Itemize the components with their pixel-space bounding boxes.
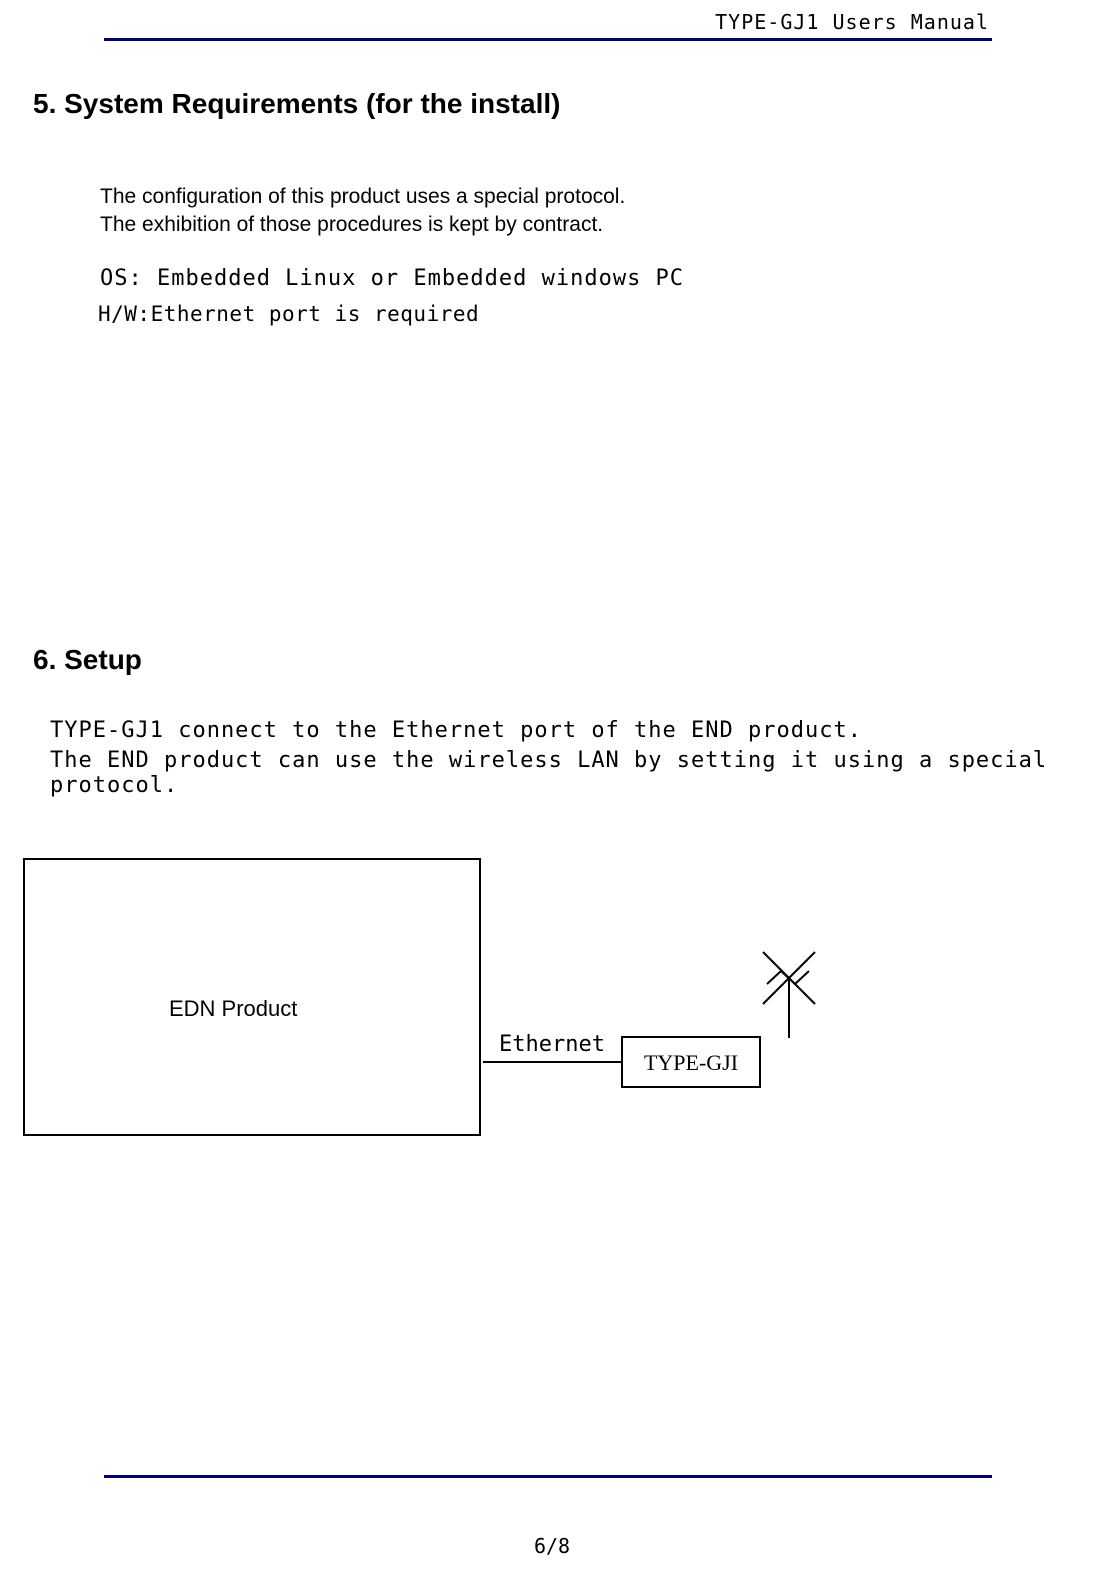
section-5-heading: 5. System Requirements (for the install) (33, 88, 560, 120)
doc-title: TYPE-GJ1 Users Manual (715, 10, 989, 34)
section-6-heading: 6. Setup (33, 644, 142, 676)
section-5-line1: The configuration of this product uses a… (100, 185, 625, 208)
antenna-icon (739, 928, 839, 1038)
top-rule (104, 38, 992, 41)
setup-diagram: EDN Product Ethernet TYPE-GJI (23, 858, 823, 1208)
page-number: 6/8 (0, 1534, 1104, 1558)
type-gji-box: TYPE-GJI (621, 1036, 761, 1088)
os-requirement: OS: Embedded Linux or Embedded windows P… (100, 266, 684, 291)
ethernet-connector-line (483, 1061, 621, 1063)
bottom-rule (104, 1475, 992, 1478)
section-5-line2: The exhibition of those procedures is ke… (100, 213, 603, 236)
section-5-paragraph: The configuration of this product uses a… (100, 183, 625, 240)
section-6-line2: The END product can use the wireless LAN… (50, 748, 1104, 798)
edn-product-label: EDN Product (169, 996, 297, 1022)
ethernet-label: Ethernet (499, 1032, 605, 1057)
section-6-line1: TYPE-GJ1 connect to the Ethernet port of… (50, 718, 862, 743)
hw-requirement: H/W:Ethernet port is required (98, 302, 479, 326)
